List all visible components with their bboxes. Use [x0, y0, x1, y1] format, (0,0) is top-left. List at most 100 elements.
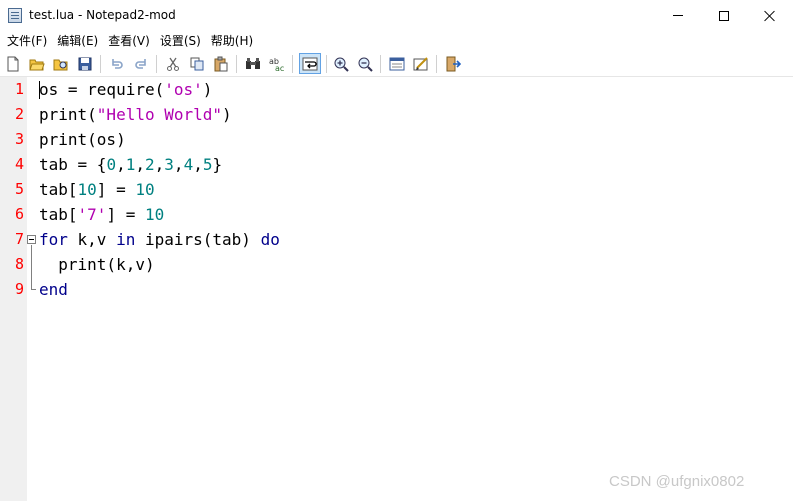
fold-end-icon: [31, 277, 36, 290]
zoom-out-button[interactable]: [355, 54, 375, 74]
line-number: 9: [14, 280, 24, 298]
code-token: ] =: [96, 180, 136, 199]
zoom-in-button[interactable]: [331, 54, 351, 74]
notepad-app-icon[interactable]: [8, 8, 22, 23]
menu-edit[interactable]: 编辑(E): [52, 31, 103, 51]
new-file-icon: [7, 56, 19, 72]
code-line[interactable]: print(k,v): [39, 252, 155, 277]
code-token: 10: [77, 180, 97, 199]
zoom-out-icon: [358, 57, 373, 72]
minimize-icon: [673, 15, 683, 16]
code-token: 1: [125, 155, 136, 174]
menu-bar: 文件(F) 编辑(E) 查看(V) 设置(S) 帮助(H): [0, 31, 793, 51]
code-line[interactable]: end: [39, 277, 68, 302]
line-number: 3: [14, 130, 24, 148]
code-line[interactable]: for k,v in ipairs(tab) do: [39, 227, 280, 252]
code-token: os = require(: [39, 80, 165, 99]
code-token: in: [116, 230, 136, 249]
toolbar-separator: [292, 55, 293, 73]
line-number: 1: [14, 80, 24, 98]
line-number: 8: [14, 255, 24, 273]
maximize-button[interactable]: [701, 0, 747, 31]
code-token: 10: [144, 205, 165, 224]
code-token: print(os): [39, 130, 126, 149]
code-token: ipairs(tab): [135, 230, 261, 249]
menu-view[interactable]: 查看(V): [103, 31, 155, 51]
editor[interactable]: 123456789 os = require('os') print("Hello…: [0, 77, 793, 501]
code-token: k,v: [67, 230, 117, 249]
scheme-icon: [389, 57, 405, 71]
code-token: 0: [106, 155, 117, 174]
code-token: tab[: [39, 205, 78, 224]
cut-icon: [167, 57, 179, 71]
code-line[interactable]: tab = {0,1,2,3,4,5}: [39, 152, 222, 177]
code-token: tab = {: [39, 155, 107, 174]
close-icon: [764, 10, 776, 22]
close-button[interactable]: [747, 0, 793, 31]
code-token: 2: [145, 155, 155, 174]
fold-collapse-icon: [27, 235, 36, 244]
scheme-button[interactable]: [387, 54, 407, 74]
open-button[interactable]: [27, 54, 47, 74]
toolbar-separator: [326, 55, 327, 73]
text-caret: [39, 81, 40, 99]
word-wrap-button[interactable]: [299, 53, 321, 74]
code-line[interactable]: tab['7'] = 10: [39, 202, 164, 227]
code-token: end: [39, 280, 68, 299]
code-line[interactable]: print(os): [39, 127, 126, 152]
code-line[interactable]: tab[10] = 10: [39, 177, 155, 202]
find-icon: [246, 58, 260, 69]
title-bar: test.lua - Notepad2-mod: [0, 0, 793, 31]
code-line[interactable]: print("Hello World"): [39, 102, 232, 127]
browse-button[interactable]: [51, 54, 71, 74]
code-token: do: [260, 230, 280, 249]
code-token: ): [202, 80, 213, 99]
fold-end-marker: [27, 277, 37, 302]
code-token: 'os': [164, 80, 203, 99]
code-line[interactable]: os = require('os'): [39, 77, 212, 102]
fold-marker[interactable]: [27, 227, 37, 252]
copy-icon: [190, 57, 204, 71]
toolbar-separator: [380, 55, 381, 73]
toolbar-separator: [436, 55, 437, 73]
customize-scheme-button[interactable]: [411, 54, 431, 74]
word-wrap-icon: [302, 57, 318, 70]
code-token: 10: [135, 180, 155, 199]
zoom-in-icon: [334, 57, 349, 72]
save-icon: [78, 57, 92, 71]
paste-button[interactable]: [211, 54, 231, 74]
new-file-button[interactable]: [3, 54, 23, 74]
exit-icon: [446, 56, 461, 72]
code-token: print(k,v): [39, 255, 155, 274]
line-number: 5: [14, 180, 24, 198]
exit-button[interactable]: [443, 54, 463, 74]
redo-button[interactable]: [131, 54, 151, 74]
menu-file[interactable]: 文件(F): [2, 31, 52, 51]
menu-help[interactable]: 帮助(H): [206, 31, 258, 51]
code-token: ): [222, 105, 232, 124]
copy-button[interactable]: [187, 54, 207, 74]
cut-button[interactable]: [163, 54, 183, 74]
watermark: CSDN @ufgnix0802: [609, 473, 745, 490]
code-token: "Hello World": [96, 105, 223, 124]
open-folder-icon: [29, 59, 45, 71]
toolbar: ab ac: [0, 51, 793, 77]
menu-settings[interactable]: 设置(S): [155, 31, 206, 51]
code-token: for: [39, 230, 68, 249]
fold-line: [31, 245, 32, 277]
toolbar-separator: [156, 55, 157, 73]
minimize-button[interactable]: [655, 0, 701, 31]
line-number: 6: [14, 205, 24, 223]
code-token: tab[: [39, 180, 78, 199]
code-token: ,: [116, 155, 126, 174]
code-token: ,: [193, 155, 203, 174]
code-token: }: [212, 155, 223, 174]
paste-icon: [214, 56, 228, 72]
maximize-icon: [719, 10, 729, 21]
code-token: ,: [173, 155, 184, 174]
find-button[interactable]: [243, 54, 263, 74]
line-number: 7: [14, 230, 24, 248]
replace-button[interactable]: ab ac: [267, 54, 287, 74]
save-button[interactable]: [75, 54, 95, 74]
undo-button[interactable]: [107, 54, 127, 74]
